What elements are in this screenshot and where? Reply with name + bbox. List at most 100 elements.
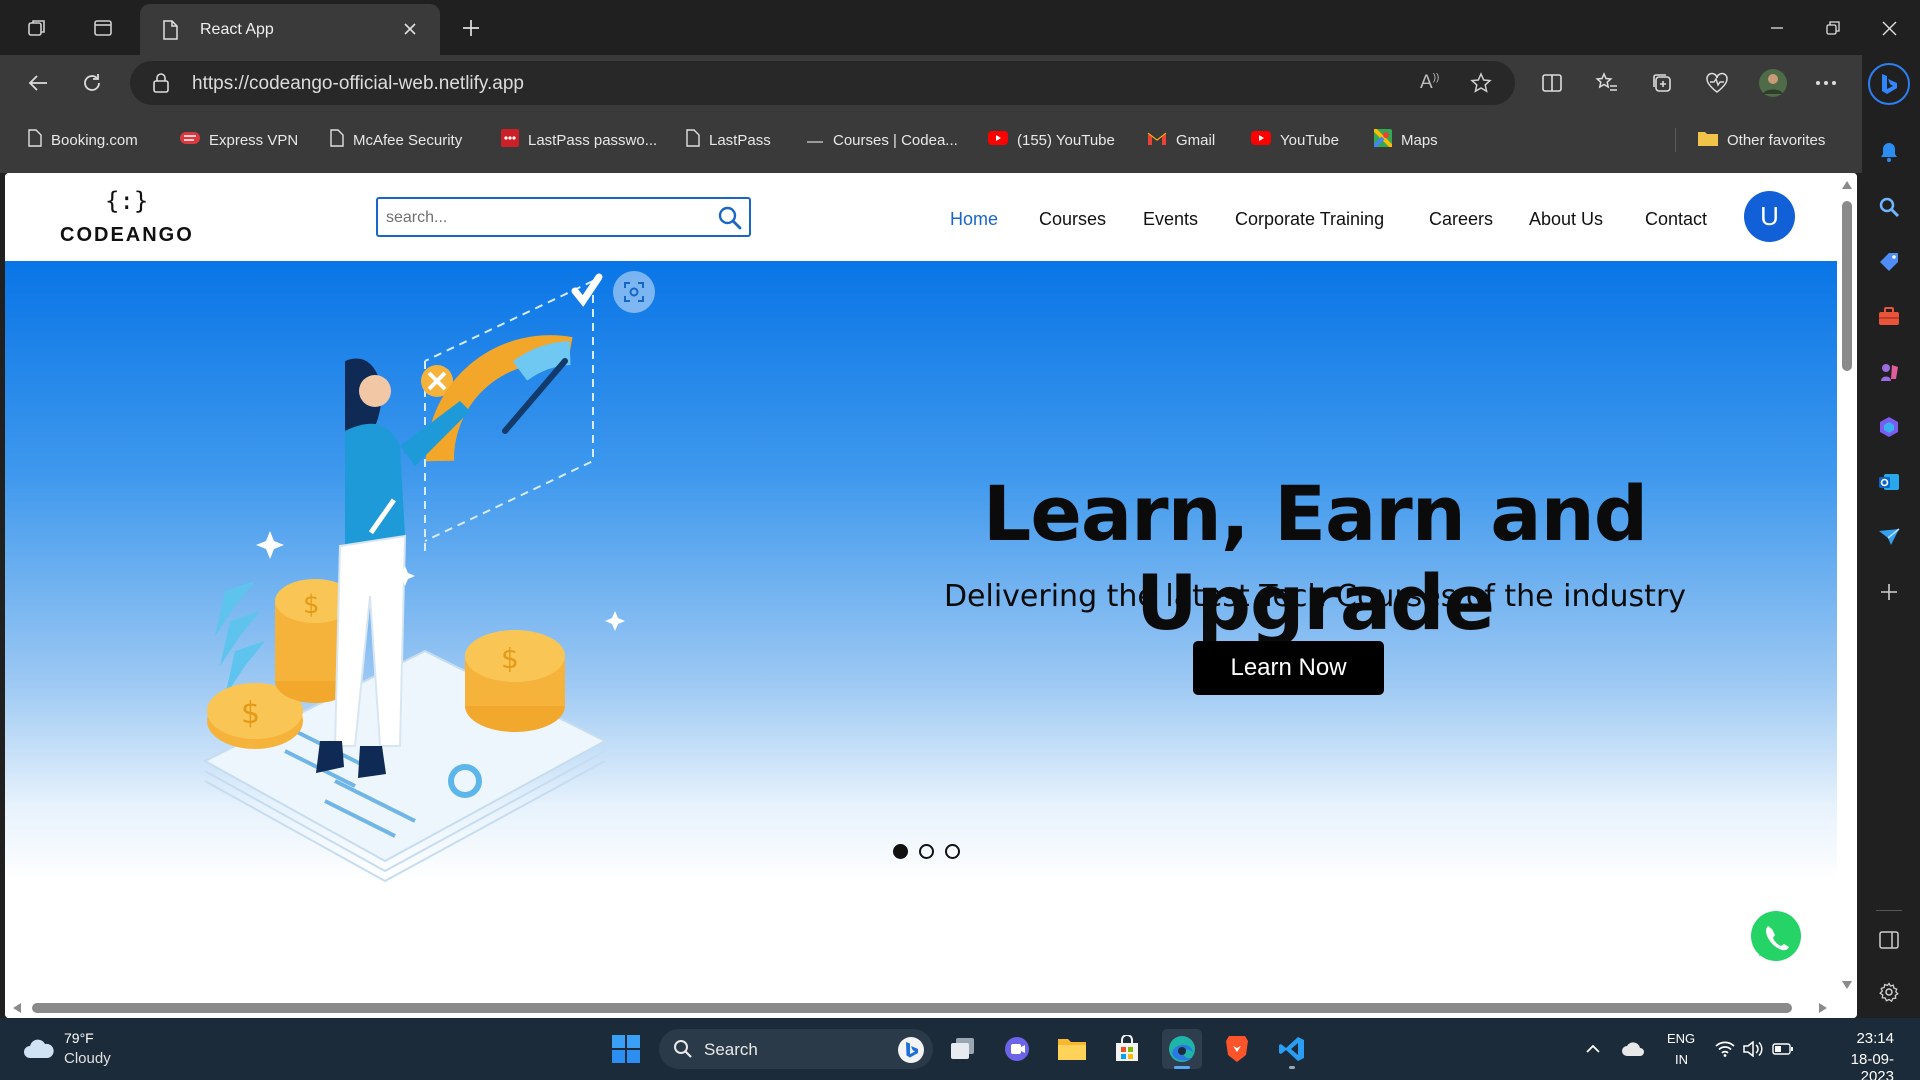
bookmark-label: Gmail [1176,131,1216,149]
bookmark-booking[interactable]: Booking.com [28,122,138,158]
dash-icon [806,129,824,151]
region-indicator[interactable]: IN [1675,1052,1688,1067]
edge-icon [1169,1036,1195,1062]
whatsapp-icon [1746,907,1806,967]
bookmark-lastpass-passwords[interactable]: LastPass passwo... [501,122,657,158]
bookmark-express-vpn[interactable]: Express VPN [180,122,298,158]
browser-essentials-icon[interactable] [1699,66,1735,100]
bookmark-mcafee[interactable]: McAfee Security [330,122,462,158]
visual-search-button[interactable] [613,271,655,313]
bookmark-maps[interactable]: Maps [1372,122,1438,158]
microsoft-store-app[interactable] [1107,1029,1147,1069]
language-indicator[interactable]: ENG [1667,1031,1695,1046]
hero-subtitle: Delivering the latest Tech Courses of th… [943,579,1687,614]
start-button[interactable] [606,1029,646,1069]
scroll-up-icon[interactable] [1842,181,1852,189]
send-drop-icon[interactable] [1872,520,1906,554]
favorites-icon[interactable] [1589,66,1625,100]
brave-app[interactable] [1217,1029,1257,1069]
battery-icon[interactable] [1768,1034,1798,1064]
more-options-icon[interactable] [1808,66,1844,100]
bookmark-youtube-155[interactable]: (155) YouTube [988,122,1115,158]
collections-icon[interactable] [1644,66,1680,100]
tab-bar: React App [0,0,1920,55]
taskbar-search[interactable]: Search [659,1029,933,1069]
restore-icon[interactable] [1816,12,1850,44]
hide-sidebar-icon[interactable] [1872,923,1906,957]
back-icon[interactable] [20,66,56,100]
search-input[interactable] [386,206,706,230]
microsoft-365-icon[interactable] [1872,410,1906,444]
bookmark-label: McAfee Security [353,131,463,149]
add-sidebar-app-icon[interactable] [1872,575,1906,609]
file-explorer-app[interactable] [1052,1029,1092,1069]
show-hidden-icons-chevron-icon[interactable] [1578,1034,1608,1064]
settings-gear-icon[interactable] [1872,975,1906,1009]
nav-courses[interactable]: Courses [1039,209,1106,230]
vertical-scrollbar[interactable] [1837,173,1857,1018]
page-icon [686,129,700,151]
nav-home[interactable]: Home [950,209,998,230]
new-tab-icon[interactable] [454,12,488,44]
notifications-icon[interactable] [1872,135,1906,169]
carousel-dot-2[interactable] [919,844,934,859]
whatsapp-chat-button[interactable] [1745,906,1807,968]
read-aloud-icon[interactable]: A)) [1420,72,1439,94]
nav-events[interactable]: Events [1143,209,1198,230]
codeango-logo[interactable]: {:} CODEANGO [60,187,200,251]
search-icon[interactable] [717,205,743,236]
nav-about-us[interactable]: About Us [1529,209,1603,230]
nav-contact[interactable]: Contact [1645,209,1707,230]
onedrive-cloud-icon[interactable] [1618,1034,1648,1064]
bookmark-courses-codeango[interactable]: Courses | Codea... [806,122,958,158]
workspaces-icon[interactable] [20,12,54,44]
task-view-app[interactable] [943,1029,983,1069]
edge-app[interactable] [1162,1029,1202,1069]
profile-avatar-icon[interactable] [1754,64,1792,102]
wifi-icon[interactable] [1712,1034,1738,1064]
minimize-icon[interactable] [1760,12,1794,44]
split-screen-icon[interactable] [1534,66,1570,100]
teams-chat-app[interactable] [997,1029,1037,1069]
other-favorites[interactable]: Other favorites [1698,122,1825,158]
outlook-icon[interactable] [1872,465,1906,499]
close-tab-icon[interactable] [402,21,418,42]
expressvpn-icon [180,130,200,150]
volume-icon[interactable] [1740,1034,1766,1064]
clock-time[interactable]: 23:14 [1850,1030,1894,1047]
carousel-dot-3[interactable] [945,844,960,859]
scroll-down-icon[interactable] [1842,981,1852,989]
vscode-app[interactable] [1272,1029,1312,1069]
user-avatar[interactable]: U [1744,191,1795,242]
logo-text: CODEANGO [60,224,194,246]
lock-icon[interactable] [152,73,170,98]
search-sidebar-icon[interactable] [1872,190,1906,224]
nav-corporate-training[interactable]: Corporate Training [1235,209,1384,230]
tools-briefcase-icon[interactable] [1872,300,1906,334]
bookmark-gmail[interactable]: Gmail [1147,122,1215,158]
bing-copilot-icon[interactable] [1868,63,1910,105]
games-icon[interactable] [1872,355,1906,389]
url-text[interactable]: https://codeango-official-web.netlify.ap… [192,73,524,95]
learn-now-button[interactable]: Learn Now [1193,641,1384,695]
bookmarks-divider [1675,128,1676,152]
scroll-right-icon[interactable] [1819,1003,1827,1013]
horizontal-scrollbar[interactable] [5,998,1837,1018]
tab-actions-icon[interactable] [86,12,120,44]
horizontal-scroll-thumb[interactable] [32,1003,1792,1013]
nav-careers[interactable]: Careers [1429,209,1493,230]
weather-widget[interactable]: 79°F Cloudy [20,1026,130,1072]
tab-react-app[interactable]: React App [140,4,440,55]
clock-date[interactable]: 18-09-2023 [1818,1051,1894,1080]
bookmark-lastpass[interactable]: LastPass [686,122,771,158]
shopping-tag-icon[interactable] [1872,245,1906,279]
vertical-scroll-thumb[interactable] [1842,201,1852,371]
close-window-icon[interactable] [1872,12,1906,44]
folder-icon [1058,1039,1086,1060]
bookmark-youtube[interactable]: YouTube [1251,122,1339,158]
address-bar[interactable]: https://codeango-official-web.netlify.ap… [130,61,1515,105]
scroll-left-icon[interactable] [13,1003,21,1013]
carousel-dot-1[interactable] [893,844,908,859]
refresh-icon[interactable] [74,66,110,100]
favorite-star-icon[interactable] [1470,72,1492,99]
